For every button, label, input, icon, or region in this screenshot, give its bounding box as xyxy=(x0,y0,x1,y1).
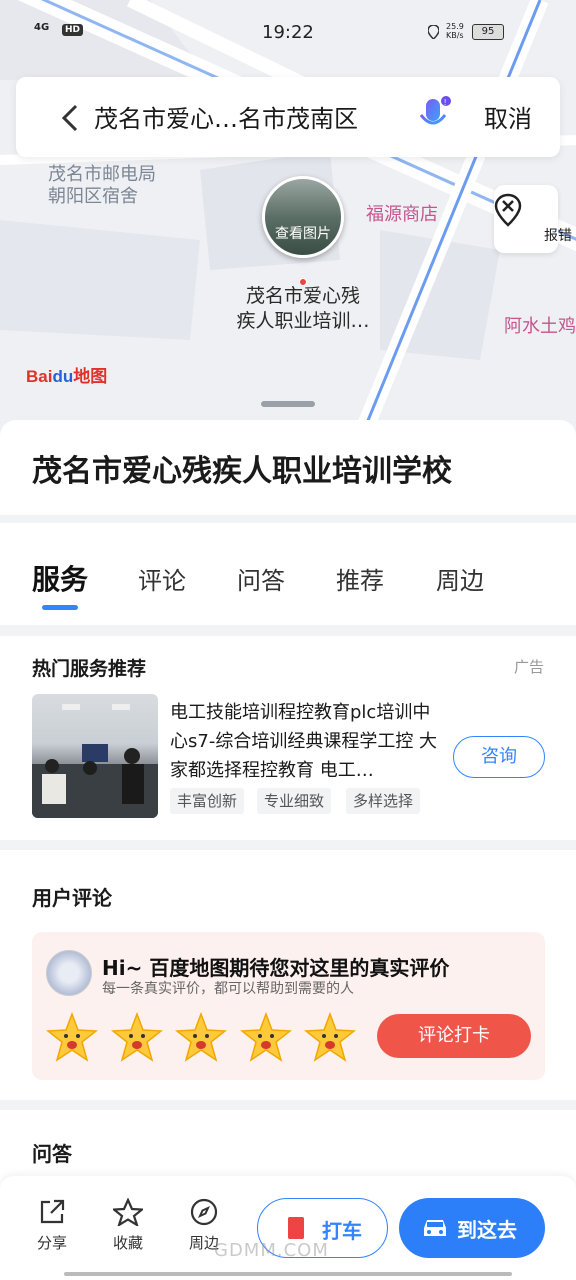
search-query[interactable]: 茂名市爱心…名市茂南区 xyxy=(94,99,394,134)
user-reviews-section: 用户评论 Hi~ 百度地图期待您对这里的真实评价 每一条真实评价，都可以帮助到需… xyxy=(0,850,576,1100)
red-envelope-icon xyxy=(288,1217,304,1239)
share-button[interactable]: 分享 xyxy=(24,1198,80,1253)
reviews-header: 用户评论 xyxy=(32,886,112,910)
service-description[interactable]: 电工技能培训程控教育plc培训中心s7-综合培训经典课程学工控 大家都选择程控教… xyxy=(170,698,442,785)
star-rating-4-icon[interactable] xyxy=(240,1012,292,1062)
review-checkin-button[interactable]: 评论打卡 xyxy=(377,1014,531,1058)
clock: 19:22 xyxy=(262,22,314,43)
report-pin-icon xyxy=(494,193,522,227)
service-tag: 专业细致 xyxy=(257,788,332,814)
place-marker-label[interactable]: 茂名市爱心残 疾人职业培训… xyxy=(220,284,386,334)
review-prompt-card: Hi~ 百度地图期待您对这里的真实评价 每一条真实评价，都可以帮助到需要的人 评… xyxy=(32,932,545,1080)
report-error-button[interactable]: 报错 xyxy=(494,185,572,253)
cancel-button[interactable]: 取消 xyxy=(484,99,532,134)
search-bar[interactable]: 茂名市爱心…名市茂南区 ! 取消 xyxy=(16,77,560,157)
service-thumbnail[interactable] xyxy=(32,694,158,818)
battery-icon: 95 xyxy=(472,24,504,40)
place-photo-pin[interactable]: 查看图片 xyxy=(262,176,344,258)
star-rating-3-icon[interactable] xyxy=(175,1012,227,1062)
tab-recommend[interactable]: 推荐 xyxy=(336,561,384,596)
detail-tabs: 服务 评论 问答 推荐 周边 xyxy=(0,523,576,625)
star-outline-icon xyxy=(113,1198,143,1226)
baidu-map-logo: Baidu地图 xyxy=(26,367,108,386)
navigate-here-button[interactable]: 到这去 xyxy=(399,1198,545,1258)
location-icon xyxy=(428,25,439,39)
tab-qa[interactable]: 问答 xyxy=(237,561,285,596)
hd-badge: HD xyxy=(62,24,84,36)
map-label-post-office[interactable]: 茂名市邮电局 朝阳区宿舍 xyxy=(48,164,156,208)
qa-header: 问答 xyxy=(32,1142,72,1166)
dragon-avatar xyxy=(46,950,92,996)
service-tag: 丰富创新 xyxy=(170,788,245,814)
status-bar: 4G HD 19:22 25.9 KB/s 95 xyxy=(0,18,576,48)
star-rating-2-icon[interactable] xyxy=(111,1012,163,1062)
consult-button[interactable]: 咨询 xyxy=(453,736,545,778)
place-title-card: 茂名市爱心残疾人职业培训学校 xyxy=(0,420,576,515)
home-indicator[interactable] xyxy=(64,1272,512,1276)
compass-icon xyxy=(190,1198,218,1226)
classroom-image xyxy=(32,704,158,818)
favorite-label: 收藏 xyxy=(112,1234,143,1252)
ad-label: 广告 xyxy=(513,658,544,676)
tab-comments[interactable]: 评论 xyxy=(138,561,186,596)
sheet-drag-handle[interactable] xyxy=(261,401,315,407)
hot-services-section: 热门服务推荐 广告 电工技能培训程控教育plc培训中心s7-综合培训经典课程学工… xyxy=(0,636,576,840)
star-rating-1-icon[interactable] xyxy=(46,1012,98,1062)
map-label-water[interactable]: 阿水土鸡 xyxy=(504,316,576,338)
microphone-icon[interactable]: ! xyxy=(416,95,452,139)
star-rating-5-icon[interactable] xyxy=(304,1012,356,1062)
review-greeting: Hi~ 百度地图期待您对这里的真实评价 xyxy=(102,956,450,980)
report-label: 报错 xyxy=(544,228,572,244)
service-tag: 多样选择 xyxy=(346,788,421,814)
tab-service[interactable]: 服务 xyxy=(32,558,88,598)
favorite-button[interactable]: 收藏 xyxy=(100,1198,156,1253)
map-view[interactable]: 4G HD 19:22 25.9 KB/s 95 茂名市爱心…名市茂南区 ! 取消… xyxy=(0,0,576,440)
back-arrow-icon[interactable] xyxy=(60,103,80,133)
services-header: 热门服务推荐 xyxy=(32,658,147,680)
map-label-shop[interactable]: 福源商店 xyxy=(366,204,438,226)
navigate-label: 到这去 xyxy=(457,1218,517,1242)
network-speed: 25.9 KB/s xyxy=(446,22,464,40)
watermark: GDMM.COM xyxy=(214,1240,329,1261)
svg-text:!: ! xyxy=(444,98,446,107)
bottom-action-bar: 分享 收藏 周边 打车 到这去 xyxy=(0,1176,576,1280)
review-subtitle: 每一条真实评价，都可以帮助到需要的人 xyxy=(102,981,354,997)
car-icon xyxy=(424,1220,446,1236)
place-title: 茂名市爱心残疾人职业培训学校 xyxy=(32,454,452,489)
tab-nearby[interactable]: 周边 xyxy=(436,561,484,596)
share-icon xyxy=(40,1199,65,1224)
network-indicator: 4G xyxy=(34,22,50,33)
active-tab-indicator xyxy=(42,605,78,610)
place-detail-sheet: 茂名市爱心残疾人职业培训学校 服务 评论 问答 推荐 周边 热门服务推荐 广告 … xyxy=(0,420,576,1280)
view-photo-label: 查看图片 xyxy=(275,226,331,242)
share-label: 分享 xyxy=(36,1234,67,1252)
